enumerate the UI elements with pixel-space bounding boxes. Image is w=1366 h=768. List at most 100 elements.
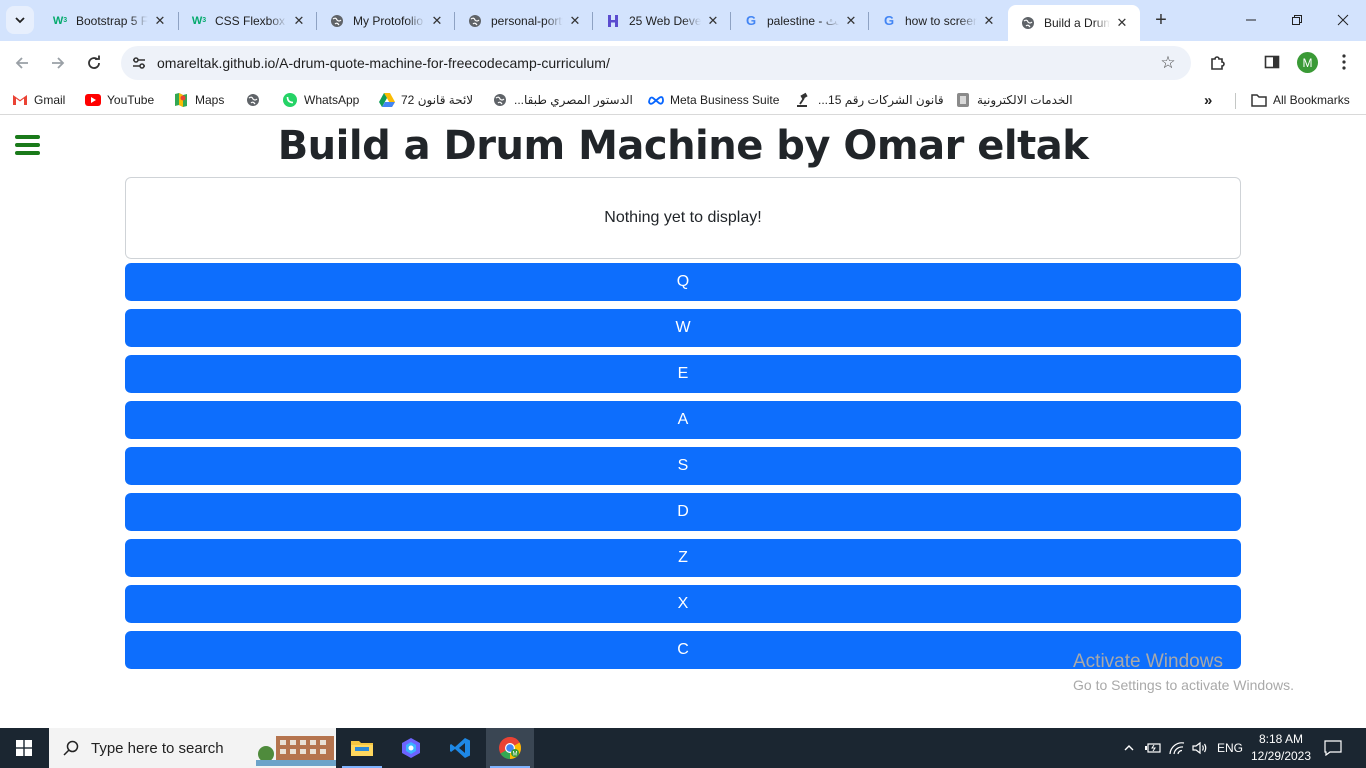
page-viewport: Build a Drum Machine by Omar eltak Nothi… (0, 121, 1366, 728)
minimize-button[interactable] (1228, 0, 1274, 40)
tab-strip: W3 Bootstrap 5 Flexbox ✕ W3 CSS Flexbox … (0, 0, 1366, 41)
speaker-icon (1192, 741, 1207, 755)
side-panel-button[interactable] (1260, 50, 1284, 74)
close-icon[interactable]: ✕ (291, 13, 307, 29)
profile-avatar[interactable]: M (1297, 52, 1318, 73)
tab-title: palestine - بحث Google (767, 13, 839, 28)
google-drive-icon (379, 92, 395, 108)
tab-web-dev[interactable]: 25 Web Development ✕ (593, 6, 731, 35)
notifications-button[interactable] (1320, 728, 1346, 768)
bookmark-label: YouTube (107, 93, 155, 107)
menu-button[interactable] (1332, 50, 1356, 74)
drum-pad-list: Q W E A S D Z X C (125, 263, 1241, 677)
notification-icon (1324, 740, 1342, 756)
tab-build-drum-machine[interactable]: Build a Drum Machine ✕ (1008, 5, 1140, 41)
watermark-subtitle: Go to Settings to activate Windows. (1073, 677, 1294, 693)
chrome-button[interactable]: M (486, 728, 534, 768)
volume-button[interactable] (1189, 728, 1211, 768)
more-bookmarks-button[interactable]: » (1204, 90, 1212, 110)
drum-pad-a[interactable]: A (125, 401, 1241, 439)
double-chevron-right-icon: » (1204, 91, 1213, 109)
emblem-icon (955, 92, 971, 108)
close-icon[interactable]: ✕ (1114, 15, 1130, 31)
bookmark-globe[interactable] (245, 90, 267, 110)
page-title: Build a Drum Machine by Omar eltak (277, 123, 1089, 169)
minimize-icon (1246, 19, 1256, 21)
globe-icon (492, 92, 508, 108)
search-icon (63, 740, 79, 756)
drum-pad-d[interactable]: D (125, 493, 1241, 531)
bookmark-gmail[interactable]: Gmail (12, 90, 65, 110)
battery-charging-icon (1145, 743, 1161, 753)
drum-pad-q[interactable]: Q (125, 263, 1241, 301)
tab-title: My Protofolio (353, 13, 424, 28)
youtube-icon (85, 92, 101, 108)
tab-bootstrap[interactable]: W3 Bootstrap 5 Flexbox ✕ (40, 6, 178, 35)
taskbar-clock[interactable]: 8:18 AM 12/29/2023 (1246, 731, 1316, 765)
vscode-button[interactable] (436, 728, 484, 768)
globe-icon (329, 13, 345, 29)
bookmark-label: الدستور المصري طبقا... (514, 93, 633, 107)
file-explorer-button[interactable] (338, 728, 386, 768)
input-language-button[interactable]: ENG (1213, 728, 1247, 768)
bookmark-maps[interactable]: Maps (173, 90, 224, 110)
close-icon[interactable]: ✕ (152, 13, 168, 29)
close-icon[interactable]: ✕ (429, 13, 445, 29)
tab-how-to-screenshot[interactable]: G how to screenshot ✕ (869, 6, 1007, 35)
tab-title: how to screenshot (905, 13, 977, 28)
start-button[interactable] (0, 728, 48, 768)
close-icon[interactable]: ✕ (981, 13, 997, 29)
bookmark-meta-business[interactable]: Meta Business Suite (648, 90, 779, 110)
site-info-icon[interactable] (129, 53, 149, 73)
tab-my-protofolio[interactable]: My Protofolio ✕ (317, 6, 455, 35)
close-icon[interactable]: ✕ (567, 13, 583, 29)
show-hidden-icons-button[interactable] (1118, 728, 1140, 768)
drum-pad-e[interactable]: E (125, 355, 1241, 393)
back-button[interactable] (8, 49, 36, 77)
extensions-button[interactable] (1206, 50, 1230, 74)
new-tab-button[interactable]: + (1150, 8, 1172, 32)
bookmark-youtube[interactable]: YouTube (85, 90, 154, 110)
w3schools-icon: W3 (191, 14, 207, 27)
url-text[interactable]: omareltak.github.io/A-drum-quote-machine… (157, 55, 610, 71)
bookmark-companies-law[interactable]: قانون الشركات رقم 15... (796, 90, 944, 110)
network-button[interactable] (1166, 728, 1188, 768)
close-icon[interactable]: ✕ (843, 13, 859, 29)
tab-search-button[interactable] (6, 6, 34, 34)
tab-title: personal-portfolio (491, 13, 563, 28)
vscode-icon (450, 738, 470, 758)
restore-icon (1292, 15, 1302, 25)
forward-button[interactable] (44, 49, 72, 77)
tab-css-flexbox[interactable]: W3 CSS Flexbox ✕ (179, 6, 317, 35)
reload-button[interactable] (80, 49, 108, 77)
taskbar-search-box[interactable]: Type here to search (49, 728, 336, 768)
address-bar[interactable]: omareltak.github.io/A-drum-quote-machine… (121, 46, 1191, 80)
bookmark-e-services[interactable]: الخدمات الالكترونية (955, 90, 1073, 110)
copilot-icon (402, 738, 420, 758)
tab-personal-portfolio[interactable]: personal-portfolio ✕ (455, 6, 593, 35)
chevron-down-icon (15, 17, 25, 24)
bookmark-whatsapp[interactable]: WhatsApp (282, 90, 359, 110)
battery-button[interactable] (1142, 728, 1164, 768)
drum-pad-z[interactable]: Z (125, 539, 1241, 577)
globe-icon (467, 13, 483, 29)
restore-button[interactable] (1274, 0, 1320, 40)
drum-pad-s[interactable]: S (125, 447, 1241, 485)
bookmark-constitution[interactable]: الدستور المصري طبقا... (492, 90, 633, 110)
arrow-left-icon (15, 57, 28, 69)
close-window-button[interactable] (1320, 0, 1366, 40)
tab-title: 25 Web Development (629, 13, 701, 28)
close-icon (1337, 14, 1349, 26)
close-icon[interactable]: ✕ (705, 13, 721, 29)
bookmark-drive-law[interactable]: لائحة قانون 72 (379, 90, 473, 110)
watermark-title: Activate Windows (1073, 651, 1223, 672)
bookmark-star-icon[interactable]: ☆ (1157, 52, 1179, 74)
drum-pad-w[interactable]: W (125, 309, 1241, 347)
all-bookmarks-button[interactable]: All Bookmarks (1251, 90, 1350, 110)
svg-text:M: M (513, 752, 518, 758)
bookmark-label: Meta Business Suite (670, 93, 780, 107)
browser-toolbar: omareltak.github.io/A-drum-quote-machine… (0, 41, 1366, 85)
copilot-button[interactable] (387, 728, 435, 768)
tab-palestine[interactable]: G palestine - بحث Google ✕ (731, 6, 869, 35)
drum-pad-x[interactable]: X (125, 585, 1241, 623)
